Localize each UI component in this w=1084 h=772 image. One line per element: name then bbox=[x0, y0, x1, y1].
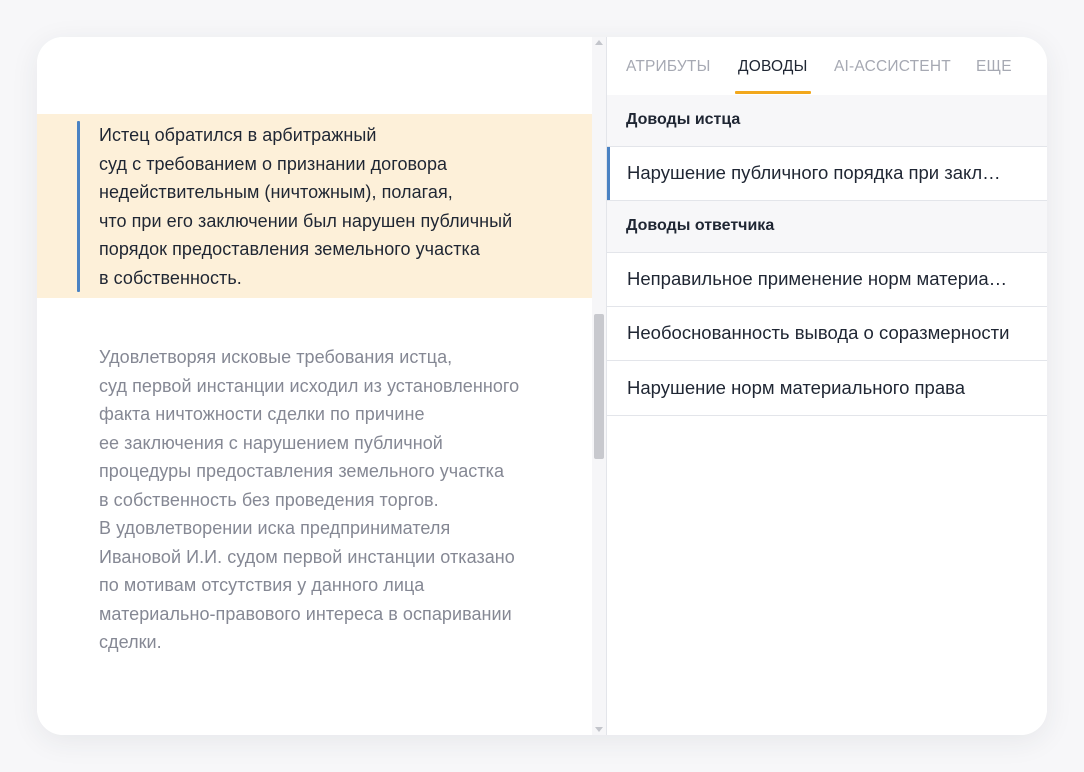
plaintiff-arguments-header: Доводы истца bbox=[607, 95, 1047, 147]
argument-item[interactable]: Нарушение норм материального права bbox=[607, 362, 1047, 416]
tab-arguments[interactable]: ДОВОДЫ bbox=[738, 58, 808, 76]
side-panel: АТРИБУТЫ ДОВОДЫ AI-АССИСТЕНТ ЕЩЕ Доводы … bbox=[607, 37, 1047, 735]
text-line: Удовлетворяя исковые требования истца, bbox=[99, 347, 453, 367]
tab-ai-assistant[interactable]: AI-АССИСТЕНТ bbox=[834, 58, 951, 76]
text-line: недействительным (ничтожным), полагая, bbox=[99, 182, 453, 202]
text-line: в собственность без проведения торгов. bbox=[99, 489, 439, 510]
app-card: Истец обратился в арбитражный суд с треб… bbox=[37, 37, 1047, 735]
scroll-thumb[interactable] bbox=[594, 314, 604, 459]
text-line: Ивановой И.И. судом первой инстанции отк… bbox=[99, 546, 515, 567]
argument-label: Неправильное применение норм материально… bbox=[627, 268, 1012, 289]
scroll-down-arrow-icon[interactable] bbox=[595, 727, 603, 732]
text-line: В удовлетворении иска предпринимателя bbox=[99, 518, 451, 538]
document-scrollbar[interactable] bbox=[592, 37, 607, 735]
section-title: Доводы ответчика bbox=[626, 217, 775, 234]
section-title: Доводы истца bbox=[626, 111, 741, 128]
text-line: по мотивам отсутствия у данного лица bbox=[99, 575, 425, 595]
argument-label: Нарушение публичного порядка при заключе… bbox=[627, 162, 1012, 183]
text-line: в собственность. bbox=[99, 267, 242, 288]
argument-label: Необоснованность вывода о соразмерности bbox=[627, 322, 1010, 343]
text-line: ее заключения с нарушением публичной bbox=[99, 432, 443, 453]
document-pane: Истец обратился в арбитражный суд с треб… bbox=[37, 37, 592, 735]
scroll-up-arrow-icon[interactable] bbox=[595, 40, 603, 45]
argument-item[interactable]: Нарушение публичного порядка при заключе… bbox=[607, 147, 1047, 201]
document-paragraph: Удовлетворяя исковые требования истца, с… bbox=[99, 343, 519, 657]
text-line: суд с требованием о признании договора bbox=[99, 153, 448, 174]
highlight-marker bbox=[77, 121, 80, 292]
text-line: материально-правового интереса в оспарив… bbox=[99, 603, 512, 624]
text-line: суд первой инстанции исходил из установл… bbox=[99, 375, 520, 396]
defendant-arguments-header: Доводы ответчика bbox=[607, 201, 1047, 253]
text-line: факта ничтожности сделки по причине bbox=[99, 404, 425, 424]
highlighted-paragraph: Истец обратился в арбитражный суд с треб… bbox=[99, 121, 512, 292]
text-line: сделки. bbox=[99, 632, 162, 652]
argument-item[interactable]: Неправильное применение норм материально… bbox=[607, 253, 1047, 307]
tab-bar: АТРИБУТЫ ДОВОДЫ AI-АССИСТЕНТ ЕЩЕ bbox=[607, 37, 1047, 96]
text-line: Истец обратился в арбитражный bbox=[99, 125, 377, 145]
argument-label: Нарушение норм материального права bbox=[627, 377, 966, 398]
text-line: что при его заключении был нарушен публи… bbox=[99, 210, 513, 231]
tab-more[interactable]: ЕЩЕ bbox=[976, 58, 1012, 76]
text-line: порядок предоставления земельного участк… bbox=[99, 239, 480, 259]
argument-item[interactable]: Необоснованность вывода о соразмерности bbox=[607, 307, 1047, 361]
tab-attributes[interactable]: АТРИБУТЫ bbox=[626, 58, 711, 76]
text-line: процедуры предоставления земельного учас… bbox=[99, 461, 505, 481]
active-tab-indicator bbox=[735, 91, 811, 94]
